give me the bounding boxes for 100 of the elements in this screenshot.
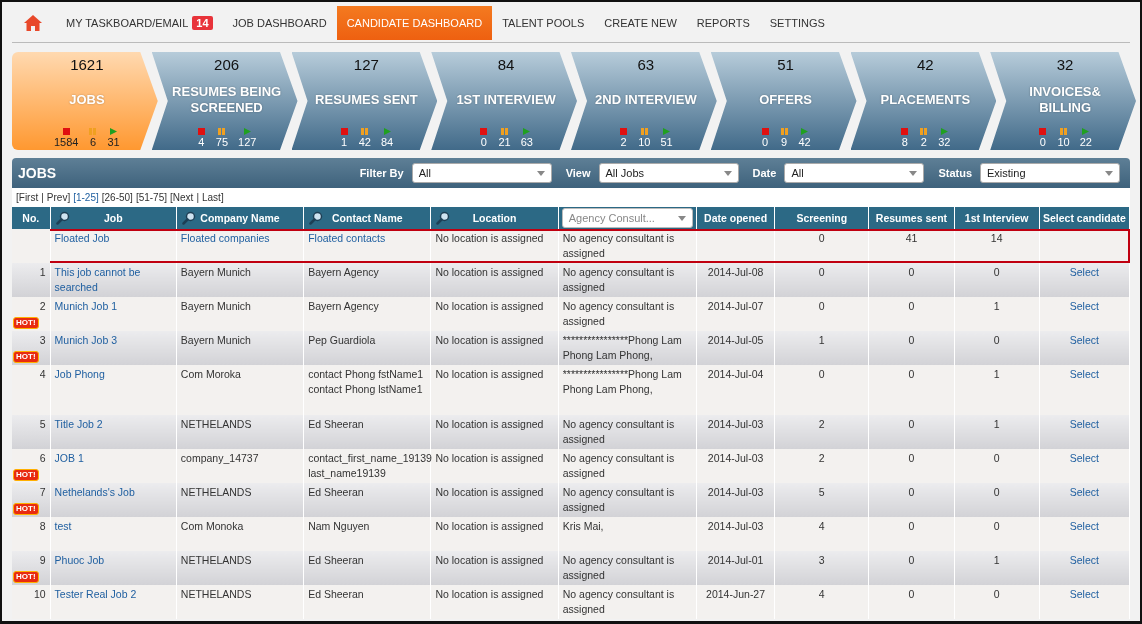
pipeline-stage[interactable]: 206 RESUMES BEING SCREENED 4 75 127 [151,52,298,150]
table-cell: No agency consultant is assigned [562,300,675,327]
select-link[interactable]: Select [1069,451,1099,466]
pause-icon [500,127,509,136]
table-cell: Ed Sheeran [308,418,364,430]
pipeline-stage[interactable]: 1621 JOBS 1584 6 31 [12,52,158,150]
table-cell: No agency consultant is assigned [562,232,675,259]
table-link[interactable]: Phuoc Job [54,553,105,568]
column-header: Company Name [200,212,280,224]
pipeline-stage[interactable]: 32 INVOICES& BILLING 0 10 22 [990,52,1136,150]
filter-dropdown[interactable]: All Jobs [598,163,739,183]
table-cell: Bayern Munich [180,334,251,346]
table-cell: 0 [908,418,915,430]
hot-badge: HOT! [13,317,39,329]
table-cell: 0 [993,452,1000,464]
select-link[interactable]: Select [1069,367,1099,382]
select-link[interactable]: Select [1069,265,1099,280]
table-cell: 0 [908,486,915,498]
table-link[interactable]: Title Job 2 [54,417,103,432]
table-cell: 2014-Jul-04 [707,368,764,380]
table-cell: 0 [818,300,825,312]
table-cell: 4 [818,520,825,532]
table-cell: 2014-Jul-08 [707,266,764,278]
table-cell: 0 [818,368,825,380]
column-header: Date opened [704,212,768,224]
filter-label: View [565,167,591,179]
stage-count: 42 [917,56,934,73]
table-cell: Bayern Agency [308,300,379,312]
home-icon[interactable] [24,15,42,31]
stop-icon [479,127,489,136]
play-icon [382,127,392,136]
stage-count: 32 [1056,56,1074,73]
table-cell: No agency consultant is assigned [562,418,675,445]
select-link[interactable]: Select [1069,587,1099,602]
select-link[interactable]: Select [1069,485,1099,500]
stopped-count: 1 [341,136,348,148]
table-cell: 1 [993,554,1000,566]
filter-label: Filter By [359,167,404,179]
select-link[interactable]: Select [1069,519,1099,534]
nav-tab[interactable]: REPORTS [686,6,760,40]
select-link[interactable]: Select [1069,299,1099,314]
select-link[interactable]: Select [1069,553,1099,568]
table-cell: 0 [908,588,915,600]
stage-label: INVOICES& BILLING [1028,84,1102,116]
stop-icon [1038,127,1048,136]
table-cell: No location is assigned [435,486,544,498]
select-link[interactable]: Select [1069,333,1099,348]
nav-tab[interactable]: SETTINGS [759,6,835,40]
stage-label: OFFERS [759,92,812,108]
table-link[interactable]: Job Phong [54,367,105,382]
table-cell: No location is assigned [435,334,544,346]
pager-link[interactable]: Prev] [46,192,71,203]
table-cell: No agency consultant is assigned [562,554,675,581]
table-cell: 0 [818,266,825,278]
active-count: 63 [520,136,533,148]
pager-link[interactable]: [26-50] [101,192,133,203]
pipeline-stage[interactable]: 84 1ST INTERVIEW 0 21 63 [431,52,577,150]
table-cell: 2014-Jul-05 [707,334,764,346]
table-link[interactable]: test [54,519,72,534]
stopped-count: 4 [198,136,205,148]
nav-label: CANDIDATE DASHBOARD [346,17,483,29]
nav-tab[interactable]: JOB DASHBOARD [222,6,337,40]
pipeline-stage[interactable]: 127 RESUMES SENT 1 42 84 [291,52,438,150]
table-cell: 14 [990,232,1003,244]
table-cell: 2 [818,418,825,430]
table-cell: 2014-Jul-03 [707,418,764,430]
filter-dropdown[interactable]: All [411,163,552,183]
search-icon[interactable] [181,211,196,225]
pipeline-stage[interactable]: 51 OFFERS 0 9 42 [710,52,857,150]
table-link[interactable]: JOB 1 [54,451,84,466]
nav-tab[interactable]: CREATE NEW [594,6,687,40]
filter-dropdown[interactable]: All [784,163,925,183]
stage-count: 127 [353,56,379,73]
table-cell: NETHELANDS [180,588,252,600]
search-icon[interactable] [309,211,324,225]
table-cell: 2 [818,452,825,464]
table-cell: No location is assigned [435,520,544,532]
table-cell: No agency consultant is assigned [562,452,675,479]
pager-link[interactable]: [Next [170,192,194,203]
search-icon[interactable] [436,211,451,225]
pipeline-stage[interactable]: 63 2ND INTERVIEW 2 10 51 [571,52,717,150]
pager-link[interactable]: Last] [202,192,224,203]
pager-link[interactable]: [51-75] [135,192,168,203]
table-link[interactable]: Floated Job [54,231,110,246]
nav-tab[interactable]: TALENT POOLS [492,6,595,40]
filter-dropdown[interactable]: Existing [980,163,1120,183]
column-header: 1st Interview [964,212,1029,224]
pipeline-stage[interactable]: 42 PLACEMENTS 8 2 32 [850,52,997,150]
agency-filter-dropdown[interactable]: Agency Consult... [561,208,693,228]
pager-link[interactable]: [First [16,192,39,203]
play-icon [662,127,671,136]
caret-icon [536,170,545,176]
pager-link[interactable]: [1-25] [73,192,99,203]
search-icon[interactable] [55,211,70,225]
table-cell: NETHELANDS [180,486,252,498]
table-cell: 0 [908,452,915,464]
play-icon [1081,127,1091,136]
nav-tab[interactable]: MY TASKBOARD/EMAIL 14 [56,6,223,40]
select-link[interactable]: Select [1069,417,1099,432]
table-cell: contact Phong fstName1 contact Phong lstName1 [308,368,424,395]
